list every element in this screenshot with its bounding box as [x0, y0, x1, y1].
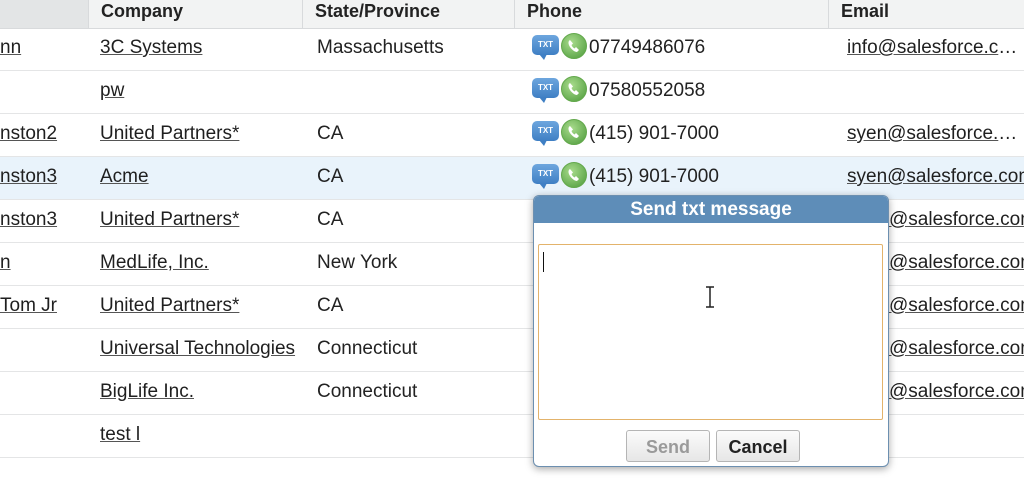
column-header-company[interactable]: Company	[88, 0, 302, 28]
phone-call-icon[interactable]	[561, 161, 587, 188]
state-cell	[317, 71, 512, 113]
phone-cell: TXT (415) 901-7000	[532, 114, 822, 156]
company-link[interactable]: United Partners*	[100, 114, 300, 156]
state-cell: CA	[317, 123, 344, 144]
contact-name-link[interactable]: nn	[0, 28, 84, 70]
state-cell: Connecticut	[317, 381, 418, 402]
state-cell: New York	[317, 252, 398, 273]
table-row[interactable]: nn 3C Systems Massachusetts TXT 07749486076 i…	[0, 28, 1024, 71]
state-cell: Connecticut	[317, 338, 418, 359]
email-link[interactable]: syen@salesforce.com	[847, 157, 1024, 199]
phone-call-icon[interactable]	[561, 118, 587, 145]
column-header-email[interactable]: Email	[828, 0, 1024, 28]
company-link[interactable]: test l	[100, 415, 300, 457]
email-link[interactable]: @salesforce.com	[889, 329, 1024, 371]
ibeam-cursor-icon	[706, 286, 714, 308]
phone-cell: TXT (415) 901-7000	[532, 157, 822, 199]
email-link[interactable]	[889, 415, 1024, 457]
phone-number: 07580552058	[589, 80, 706, 101]
company-link[interactable]: MedLife, Inc.	[100, 243, 300, 285]
sms-bubble-icon[interactable]: TXT	[532, 35, 559, 60]
column-header-name[interactable]	[0, 0, 88, 28]
phone-call-icon[interactable]	[561, 32, 587, 59]
email-link[interactable]: @salesforce.com	[889, 286, 1024, 328]
contact-name-link[interactable]: nston3	[0, 200, 84, 242]
email-link[interactable]: @salesforce.com	[889, 200, 1024, 242]
table-row[interactable]: nston3 Acme CA TXT (415) 901-7000 syen@salesf…	[0, 157, 1024, 200]
company-link[interactable]: United Partners*	[100, 286, 300, 328]
email-link[interactable]: info@salesforce.com	[847, 28, 1024, 70]
sms-bubble-icon[interactable]: TXT	[532, 121, 559, 146]
company-link[interactable]: Universal Technologies	[100, 329, 300, 371]
state-cell: CA	[317, 209, 344, 230]
contact-name-link[interactable]: n	[0, 243, 84, 285]
table-row[interactable]: nston2 United Partners* CA TXT (415) 901-700…	[0, 114, 1024, 157]
contact-name-link[interactable]: nston2	[0, 114, 84, 156]
contact-name-link[interactable]: nston3	[0, 157, 84, 199]
text-caret	[543, 252, 544, 272]
phone-cell: TXT 07749486076	[532, 28, 822, 70]
message-textarea[interactable]	[538, 244, 883, 420]
contact-name-link[interactable]	[0, 71, 84, 113]
phone-number: 07749486076	[589, 37, 706, 58]
phone-cell: TXT 07580552058	[532, 71, 822, 113]
table-header: Company State/Province Phone Email	[0, 0, 1024, 29]
sms-bubble-icon[interactable]: TXT	[532, 164, 559, 189]
phone-call-icon[interactable]	[561, 75, 587, 102]
send-txt-dialog: Send txt message Send Cancel	[533, 195, 889, 467]
contact-name-link[interactable]	[0, 415, 84, 457]
company-link[interactable]: United Partners*	[100, 200, 300, 242]
contact-name-link[interactable]	[0, 372, 84, 414]
sms-bubble-icon[interactable]: TXT	[532, 78, 559, 103]
email-link[interactable]	[847, 71, 1024, 113]
email-link[interactable]: @salesforce.com	[889, 243, 1024, 285]
column-header-state[interactable]: State/Province	[302, 0, 514, 28]
contact-name-link[interactable]: Tom Jr	[0, 286, 84, 328]
cancel-button[interactable]: Cancel	[716, 430, 800, 462]
email-link[interactable]: syen@salesforce.com	[847, 114, 1024, 156]
state-cell: CA	[317, 166, 344, 187]
dialog-title: Send txt message	[534, 196, 888, 223]
send-button[interactable]: Send	[626, 430, 710, 462]
phone-number: (415) 901-7000	[589, 166, 719, 187]
state-cell: Massachusetts	[317, 37, 444, 58]
state-cell	[317, 415, 512, 457]
email-link[interactable]: @salesforce.com	[889, 372, 1024, 414]
state-cell: CA	[317, 295, 344, 316]
company-link[interactable]: Acme	[100, 157, 300, 199]
company-link[interactable]: pw	[100, 71, 300, 113]
contact-name-link[interactable]	[0, 329, 84, 371]
company-link[interactable]: 3C Systems	[100, 28, 300, 70]
company-link[interactable]: BigLife Inc.	[100, 372, 300, 414]
table-row[interactable]: pw TXT 07580552058	[0, 71, 1024, 114]
column-header-phone[interactable]: Phone	[514, 0, 828, 28]
phone-number: (415) 901-7000	[589, 123, 719, 144]
contacts-list-view: Company State/Province Phone Email nn 3C …	[0, 0, 1024, 500]
